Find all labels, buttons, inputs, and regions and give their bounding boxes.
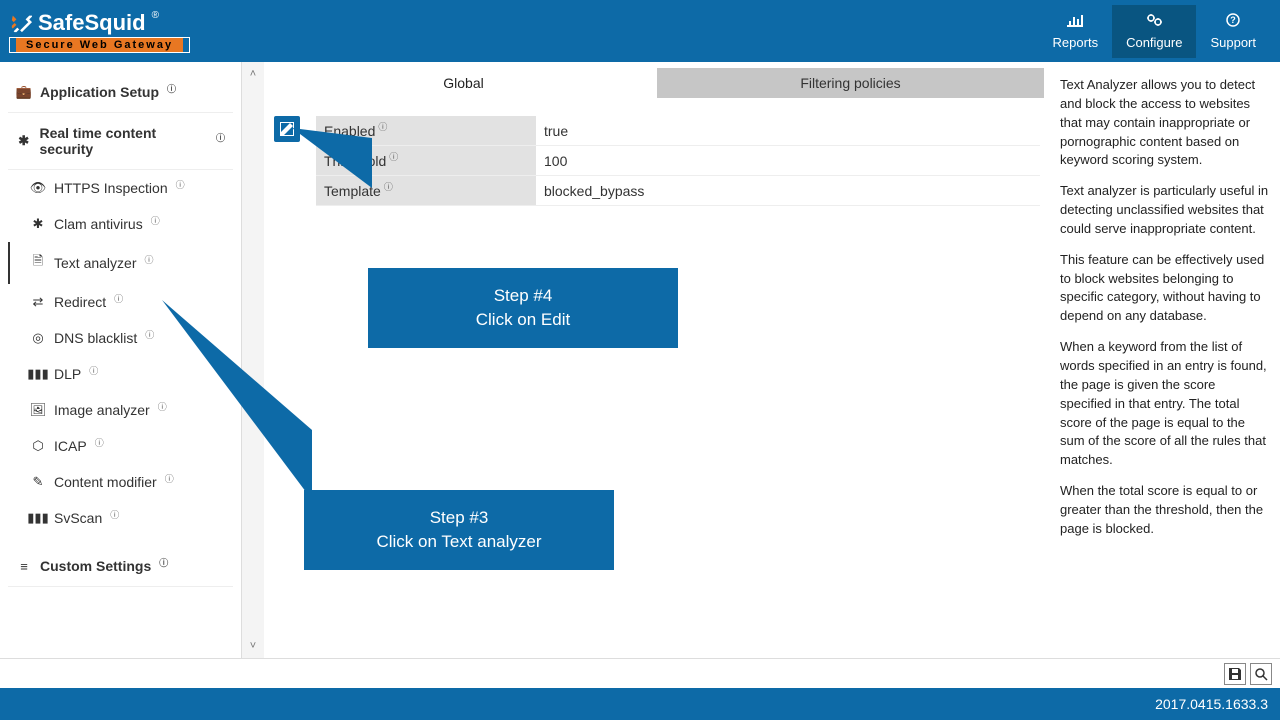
info-icon: ⓘ: [110, 508, 119, 521]
settings-icon: ≡: [16, 559, 32, 574]
search-button[interactable]: [1250, 663, 1272, 685]
info-text: When the total score is equal to or grea…: [1060, 482, 1270, 539]
help-icon: ?: [1210, 13, 1256, 32]
save-button[interactable]: [1224, 663, 1246, 685]
briefcase-icon: 💼: [16, 84, 32, 100]
configure-label: Configure: [1126, 35, 1182, 50]
tabs: Global Filtering policies: [270, 68, 1044, 98]
bug-icon: ✱: [16, 133, 31, 149]
sidebar-item-label: ICAP: [54, 438, 87, 454]
sidebar-item-https[interactable]: 👁 HTTPS Inspection ⓘ: [8, 170, 233, 206]
info-text: Text analyzer is particularly useful in …: [1060, 182, 1270, 239]
sidebar-app-setup-label: Application Setup: [40, 84, 159, 100]
sidebar-app-setup[interactable]: 💼 Application Setup ⓘ: [8, 72, 233, 113]
info-text: Text Analyzer allows you to detect and b…: [1060, 76, 1270, 170]
image-icon: 🖼: [30, 402, 46, 418]
info-icon: ⓘ: [95, 436, 104, 449]
info-icon: ⓘ: [144, 253, 153, 266]
sidebar-rtcs[interactable]: ✱ Real time content security ⓘ: [8, 113, 233, 170]
reports-label: Reports: [1053, 35, 1099, 50]
callout-step4-text: Click on Edit: [476, 310, 570, 329]
version-label: 2017.0415.1633.3: [1155, 696, 1268, 712]
support-button[interactable]: ? Support: [1196, 5, 1270, 58]
shuffle-icon: ⇄: [30, 294, 46, 310]
sidebar-item-label: Text analyzer: [54, 255, 136, 271]
info-text: When a keyword from the list of words sp…: [1060, 338, 1270, 470]
info-panel: Text Analyzer allows you to detect and b…: [1050, 62, 1280, 658]
eye-icon: 👁: [30, 180, 46, 196]
logo-icon: [10, 12, 32, 34]
sidebar-item-label: DNS blacklist: [54, 330, 137, 346]
reports-button[interactable]: Reports: [1039, 5, 1113, 58]
barcode-icon: ▮▮▮: [30, 510, 46, 526]
brand-name: SafeSquid: [38, 10, 146, 36]
brand-reg: ®: [152, 10, 159, 21]
sidebar-item-label: Content modifier: [54, 474, 157, 490]
configure-button[interactable]: Configure: [1112, 5, 1196, 58]
info-icon: ⓘ: [167, 82, 176, 95]
header-actions: Reports Configure ? Support: [1039, 5, 1270, 58]
tab-filtering[interactable]: Filtering policies: [657, 68, 1044, 98]
brand-tagline: Secure Web Gateway: [10, 38, 189, 52]
info-icon: ⓘ: [216, 131, 225, 144]
sidebar-item-label: Redirect: [54, 294, 106, 310]
brand-logo: SafeSquid ® Secure Web Gateway: [10, 10, 189, 52]
barcode-icon: ▮▮▮: [30, 366, 46, 382]
info-icon: ⓘ: [114, 292, 123, 305]
sidebar-custom[interactable]: ≡ Custom Settings ⓘ: [8, 546, 233, 587]
header-bar: SafeSquid ® Secure Web Gateway Reports C…: [0, 0, 1280, 62]
scroll-up-icon[interactable]: ˄: [250, 68, 256, 80]
sidebar-item-label: SvScan: [54, 510, 102, 526]
search-icon: [1254, 667, 1268, 681]
callout-pointer-step4: [292, 128, 472, 218]
pencil-icon: ✎: [30, 474, 46, 490]
info-icon: ⓘ: [145, 328, 154, 341]
info-text: This feature can be effectively used to …: [1060, 251, 1270, 326]
dns-icon: ◎: [30, 330, 46, 346]
info-icon: ⓘ: [89, 364, 98, 377]
callout-step4-title: Step #4: [398, 284, 648, 308]
svg-text:?: ?: [1230, 15, 1236, 25]
sidebar-item-text-analyzer[interactable]: 🗎 Text analyzer ⓘ: [8, 242, 233, 284]
sidebar-custom-label: Custom Settings: [40, 558, 151, 574]
cogs-icon: [1126, 13, 1182, 32]
callout-step3-title: Step #3: [334, 506, 584, 530]
row-template-value: blocked_bypass: [536, 183, 1040, 199]
sidebar-item-clam[interactable]: ✱ Clam antivirus ⓘ: [8, 206, 233, 242]
file-icon: 🗎: [30, 252, 46, 274]
footer: 2017.0415.1633.3: [0, 658, 1280, 720]
callout-step4: Step #4 Click on Edit: [368, 268, 678, 348]
row-threshold-value: 100: [536, 153, 1040, 169]
sidebar-item-label: Image analyzer: [54, 402, 150, 418]
info-icon: ⓘ: [159, 556, 168, 569]
callout-step3-text: Click on Text analyzer: [376, 532, 541, 551]
chart-icon: [1053, 13, 1099, 32]
sidebar-rtcs-label: Real time content security: [39, 125, 208, 157]
footer-bar: 2017.0415.1633.3: [0, 688, 1280, 720]
puzzle-icon: ✱: [30, 216, 46, 232]
callout-step3: Step #3 Click on Text analyzer: [304, 490, 614, 570]
support-label: Support: [1210, 35, 1256, 50]
sidebar-item-label: DLP: [54, 366, 81, 382]
gear-icon: ⬡: [30, 438, 46, 454]
info-icon: ⓘ: [151, 214, 160, 227]
scroll-down-icon[interactable]: ˅: [250, 640, 256, 652]
tab-global[interactable]: Global: [270, 68, 657, 98]
footer-toolbar: [0, 658, 1280, 688]
sidebar-item-label: Clam antivirus: [54, 216, 143, 232]
info-icon: ⓘ: [176, 178, 185, 191]
sidebar-item-label: HTTPS Inspection: [54, 180, 168, 196]
row-enabled-value: true: [536, 123, 1040, 139]
save-icon: [1228, 667, 1242, 681]
